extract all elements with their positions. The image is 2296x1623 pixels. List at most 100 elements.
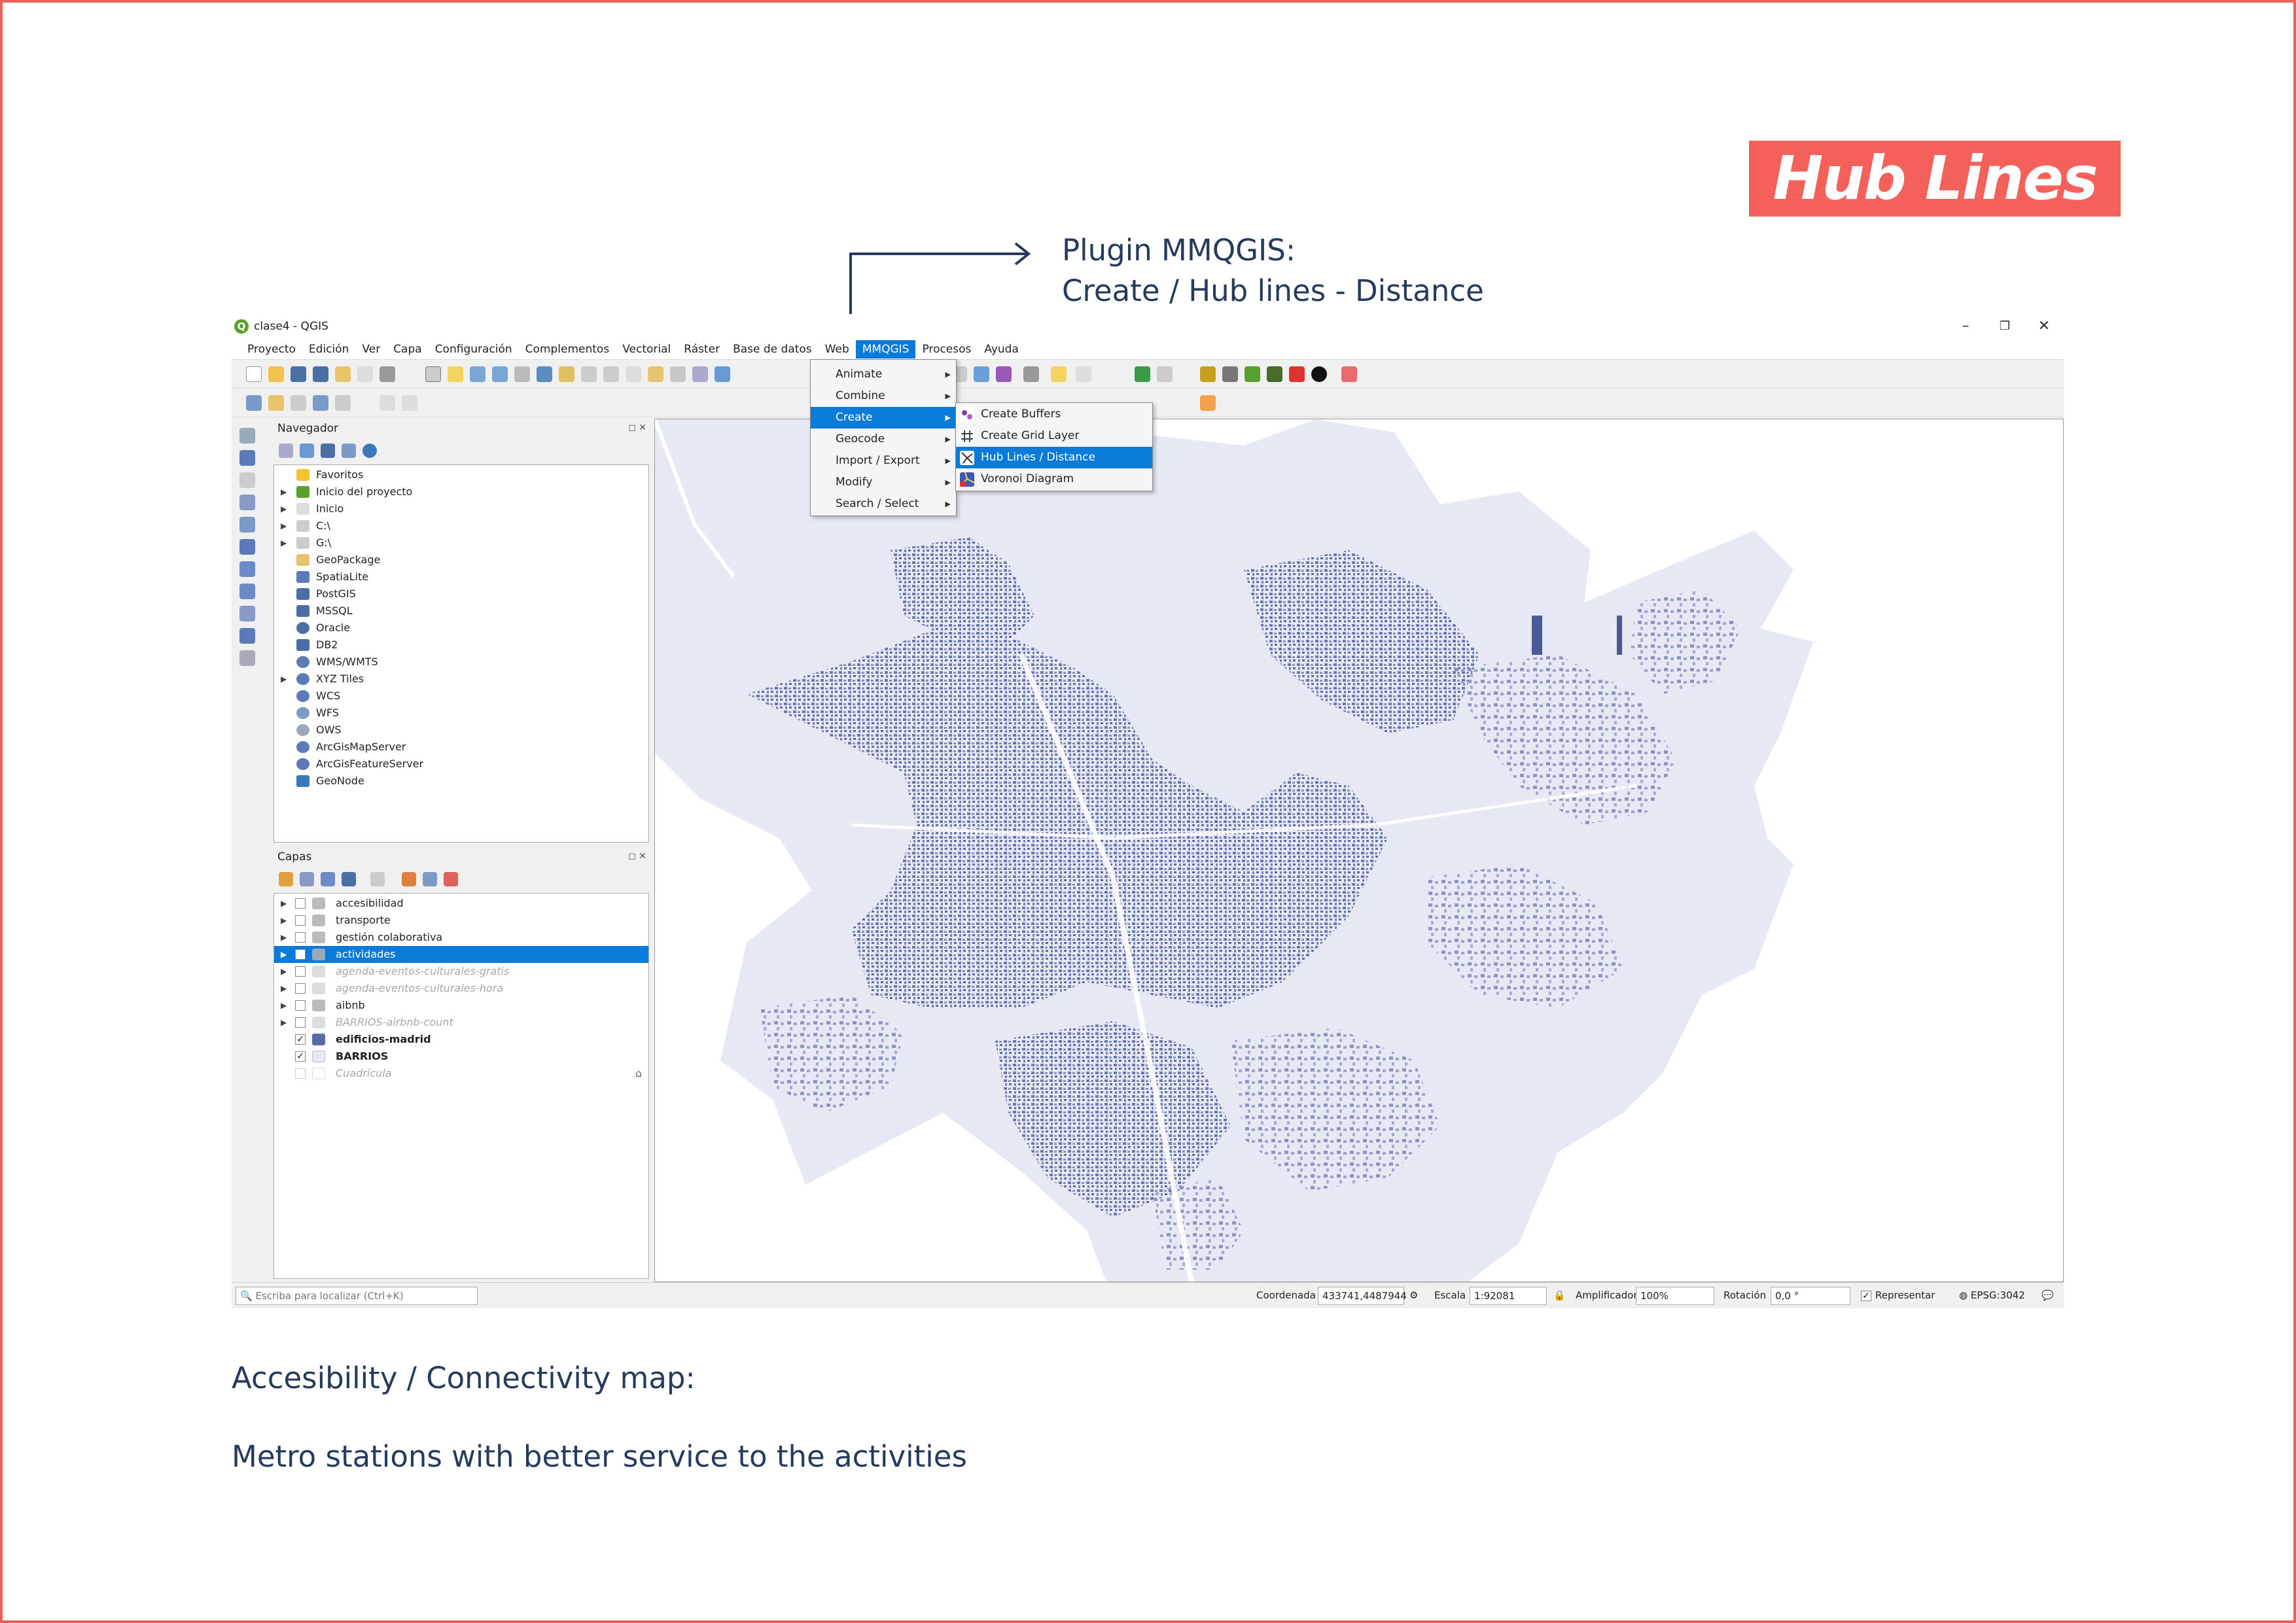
zoom-out-icon[interactable] xyxy=(492,366,508,382)
layer-checkbox[interactable] xyxy=(295,983,306,994)
layer-checkbox[interactable] xyxy=(295,932,306,943)
tree-item[interactable]: GeoNode xyxy=(274,773,648,790)
tree-item[interactable]: MSSQL xyxy=(274,602,648,620)
add-vector-icon[interactable] xyxy=(291,395,306,411)
tree-item[interactable]: ▶ Inicio xyxy=(274,500,648,517)
zoom-last-icon[interactable] xyxy=(626,366,641,382)
menu-configuracion[interactable]: Configuración xyxy=(429,340,519,358)
layer-row[interactable]: ✓ BARRIOS xyxy=(274,1048,648,1065)
add-virtual-layer-icon[interactable] xyxy=(239,650,255,666)
remove-layer-icon[interactable] xyxy=(444,872,458,886)
add-postgis-icon[interactable] xyxy=(239,539,255,555)
menu-item-geocode[interactable]: Geocode ▶ xyxy=(811,428,956,450)
layer-checkbox-checked[interactable]: ✓ xyxy=(295,1051,306,1062)
menu-item-combine[interactable]: Combine ▶ xyxy=(811,385,956,407)
add-group-icon[interactable] xyxy=(300,872,314,886)
zoom-native-icon[interactable] xyxy=(603,366,619,382)
messages-icon[interactable]: 💬 xyxy=(2041,1289,2054,1301)
add-wfs-icon[interactable] xyxy=(239,606,255,621)
add-wcs-icon[interactable] xyxy=(239,584,255,599)
show-bookmarks-icon[interactable] xyxy=(692,366,708,382)
add-vector-layer-icon[interactable] xyxy=(239,428,255,444)
tree-item[interactable]: ▶ XYZ Tiles xyxy=(274,671,648,688)
tree-item[interactable]: Oracle xyxy=(274,620,648,637)
menu-item-import-export[interactable]: Import / Export ▶ xyxy=(811,450,956,472)
bookmark-icon[interactable] xyxy=(670,366,686,382)
new-project-icon[interactable] xyxy=(246,366,262,382)
menu-item-create-buffers[interactable]: Create Buffers xyxy=(956,404,1152,425)
menu-proyecto[interactable]: Proyecto xyxy=(241,340,302,358)
layer-row[interactable]: ▶ agenda-eventos-culturales-hora xyxy=(274,980,648,997)
measure-icon[interactable] xyxy=(1023,366,1039,382)
menu-ver[interactable]: Ver xyxy=(355,340,387,358)
layer-checkbox-checked[interactable]: ✓ xyxy=(295,1034,306,1045)
layer-row-selected[interactable]: ▶ actividades xyxy=(274,946,648,963)
tree-item[interactable]: WFS xyxy=(274,705,648,722)
panel-buttons[interactable]: ◻ ✕ xyxy=(628,851,646,862)
save-as-icon[interactable] xyxy=(313,366,328,382)
leaf-icon[interactable] xyxy=(1245,366,1260,382)
tree-item[interactable]: DB2 xyxy=(274,637,648,654)
data-source-icon[interactable] xyxy=(246,395,262,411)
menu-edicion[interactable]: Edición xyxy=(302,340,356,358)
tree-item[interactable]: WMS/WMTS xyxy=(274,654,648,671)
statistics-icon[interactable] xyxy=(996,366,1012,382)
plugin-tool-icon[interactable] xyxy=(1157,366,1173,382)
layer-row[interactable]: ▶ agenda-eventos-culturales-gratis xyxy=(274,963,648,980)
open-project-icon[interactable] xyxy=(268,366,284,382)
layer-row[interactable]: ▶ BARRIOS-airbnb-count xyxy=(274,1014,648,1031)
digitize-icon[interactable] xyxy=(313,395,328,411)
add-raster-layer-icon[interactable] xyxy=(239,450,255,466)
zoom-selection-icon[interactable] xyxy=(559,366,574,382)
layer-row[interactable]: ✓ edificios-madrid xyxy=(274,1031,648,1048)
grid-icon[interactable] xyxy=(1200,366,1216,382)
new-map-view-icon[interactable] xyxy=(648,366,663,382)
text-annotation-icon[interactable] xyxy=(1076,366,1091,382)
menu-complementos[interactable]: Complementos xyxy=(519,340,616,358)
pan-icon[interactable] xyxy=(425,366,441,382)
filter-expression-icon[interactable] xyxy=(370,872,385,886)
render-checkbox[interactable]: ✓ xyxy=(1861,1291,1871,1301)
locator-search-input[interactable]: 🔍 Escriba para localizar (Ctrl+K) xyxy=(236,1287,478,1305)
menu-item-create-grid-layer[interactable]: Create Grid Layer xyxy=(956,425,1152,447)
menu-ayuda[interactable]: Ayuda xyxy=(978,340,1025,358)
layer-row[interactable]: ▶ transporte xyxy=(274,912,648,929)
toggle-edit-icon[interactable] xyxy=(335,395,351,411)
menu-vectorial[interactable]: Vectorial xyxy=(616,340,677,358)
tree-item[interactable]: WCS xyxy=(274,688,648,705)
menu-item-modify[interactable]: Modify ▶ xyxy=(811,472,956,493)
refresh-icon[interactable] xyxy=(715,366,730,382)
zoom-layer-icon[interactable] xyxy=(581,366,597,382)
close-button[interactable]: ✕ xyxy=(2024,317,2064,336)
layer-checkbox[interactable] xyxy=(295,966,306,977)
layer-checkbox[interactable] xyxy=(295,1068,306,1079)
add-feature-icon[interactable] xyxy=(402,395,417,411)
filter-icon[interactable] xyxy=(321,444,335,458)
layout-manager-icon[interactable] xyxy=(357,366,373,382)
restore-button[interactable]: ❐ xyxy=(1985,317,2024,336)
properties-icon[interactable] xyxy=(362,444,377,458)
edit-pencil-icon[interactable] xyxy=(380,395,395,411)
menu-base-de-datos[interactable]: Base de datos xyxy=(726,340,819,358)
new-print-layout-icon[interactable] xyxy=(335,366,351,382)
layer-checkbox[interactable] xyxy=(295,949,306,960)
tree-item[interactable]: Favoritos xyxy=(274,466,648,483)
tree-item[interactable]: ArcGisMapServer xyxy=(274,739,648,756)
menu-capa[interactable]: Capa xyxy=(387,340,429,358)
layer-row[interactable]: ▶ gestión colaborativa xyxy=(274,929,648,946)
zoom-rubber-icon[interactable] xyxy=(514,366,530,382)
magnifier-spinbox[interactable]: 100% xyxy=(1636,1287,1714,1305)
menu-item-voronoi-diagram[interactable]: Voronoi Diagram xyxy=(956,468,1152,490)
info-icon[interactable] xyxy=(1311,366,1327,382)
add-spatialite-icon[interactable] xyxy=(239,517,255,532)
style-panel-icon[interactable] xyxy=(279,872,293,886)
tree-item[interactable]: OWS xyxy=(274,722,648,739)
plugin-green-icon[interactable] xyxy=(1135,366,1150,382)
lock-icon[interactable]: 🔒 xyxy=(1553,1289,1566,1301)
minimize-button[interactable]: – xyxy=(1946,317,1985,336)
layer-checkbox[interactable] xyxy=(295,915,306,926)
zoom-full-icon[interactable] xyxy=(537,366,552,382)
tree-item[interactable]: ArcGisFeatureServer xyxy=(274,756,648,773)
menu-raster[interactable]: Ráster xyxy=(677,340,726,358)
tree-item[interactable]: GeoPackage xyxy=(274,551,648,568)
